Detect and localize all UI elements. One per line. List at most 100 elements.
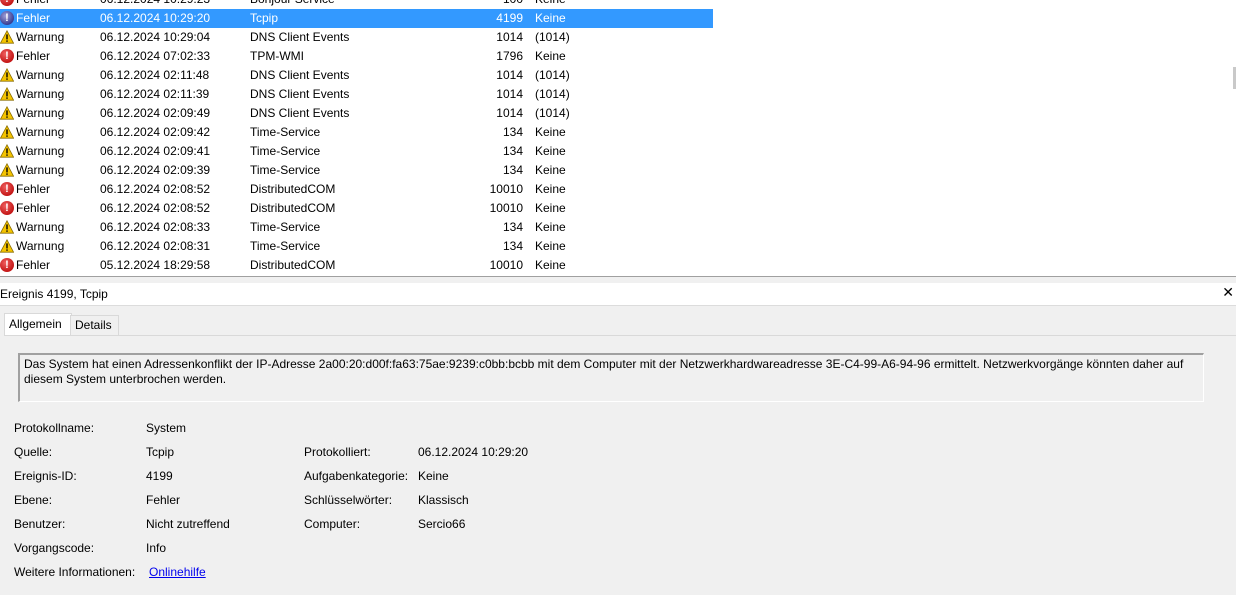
event-row[interactable]: Warnung 06.12.2024 02:09:49 DNS Client Eve… [0,104,1230,123]
event-task-category: Keine [535,239,566,253]
log-name-value: System [146,421,187,435]
event-row[interactable]: Warnung 06.12.2024 02:09:39 Time-Service 13… [0,161,1230,180]
event-id: 1014 [496,106,523,120]
event-id: 134 [502,144,523,158]
user-label: Benutzer: [14,517,66,531]
event-row[interactable]: Warnung 06.12.2024 10:29:04 DNS Client Eve… [0,28,1230,47]
event-level: Warnung [16,106,65,120]
event-rows: !Fehler06.12.2024 10:29:23Bonjour Servic… [0,0,1230,275]
event-date: 06.12.2024 02:11:39 [100,87,210,101]
tab-general-content: Das System hat einen Adressenkonflikt de… [4,335,1236,595]
log-name-label: Protokollname: [14,421,95,435]
event-source: DistributedCOM [250,201,336,215]
event-source: Time-Service [250,163,321,177]
event-level: Warnung [16,163,65,177]
error-icon: ! [0,182,14,196]
event-source: DNS Client Events [250,68,350,82]
event-row[interactable]: ! Fehler 06.12.2024 07:02:33 TPM-WMI 1796 Kei… [0,47,1230,66]
event-source: DNS Client Events [250,30,350,44]
event-source: Time-Service [250,239,321,253]
warning-icon [0,220,14,234]
event-row[interactable]: ! Fehler 06.12.2024 02:08:52 DistributedCOM… [0,199,1230,218]
event-row[interactable]: Warnung 06.12.2024 02:08:33 Time-Service 13… [0,218,1230,237]
event-date: 06.12.2024 07:02:33 [100,49,211,63]
event-date: 05.12.2024 18:29:58 [100,258,211,272]
event-date: 06.12.2024 02:08:33 [100,220,211,234]
event-task-category: Keine [535,258,566,272]
event-id: 134 [502,239,523,253]
detail-pane-title: Ereignis 4199, Tcpip [0,287,108,301]
event-task-category: Keine [535,49,566,63]
event-date: 06.12.2024 10:29:20 [100,11,211,25]
error-icon: ! [0,201,14,215]
event-date: 06.12.2024 10:29:23 [100,0,210,9]
warning-icon [0,125,14,139]
event-level: Fehler [16,11,51,25]
event-source: Time-Service [250,220,321,234]
tab-details[interactable]: Details [70,315,119,335]
event-id: 10010 [489,258,523,272]
event-level: Warnung [16,125,65,139]
source-value: Tcpip [146,445,175,459]
event-id: 134 [502,163,523,177]
event-level: Fehler [16,0,50,9]
event-date: 06.12.2024 02:08:31 [100,239,211,253]
close-icon[interactable]: ✕ [1222,284,1234,301]
event-source: Tcpip [250,11,279,25]
event-task-category: (1014) [535,30,570,44]
event-row[interactable]: Warnung 06.12.2024 02:09:41 Time-Service 13… [0,142,1230,161]
warning-icon [0,68,14,82]
event-task-category: Keine [535,125,566,139]
warning-icon [0,106,14,120]
event-level: Warnung [16,30,65,44]
warning-icon [0,163,14,177]
event-id: 100 [440,0,523,9]
logged-label: Protokolliert: [304,445,371,459]
online-help-link[interactable]: Onlinehilfe [149,565,206,579]
event-date: 06.12.2024 02:09:42 [100,125,211,139]
event-source: DistributedCOM [250,258,336,272]
event-level: Warnung [16,239,65,253]
event-row[interactable]: ! Fehler 05.12.2024 18:29:58 DistributedCOM… [0,256,1230,275]
event-source: Time-Service [250,125,321,139]
event-task-category: Keine [535,11,566,25]
event-row[interactable]: Warnung 06.12.2024 02:11:48 DNS Client Eve… [0,66,1230,85]
event-source: DistributedCOM [250,182,336,196]
event-date: 06.12.2024 02:11:48 [100,68,210,82]
event-row[interactable]: ! Fehler 06.12.2024 02:08:52 DistributedCOM… [0,180,1230,199]
level-value: Fehler [146,493,181,507]
warning-icon [0,239,14,253]
event-id: 1014 [496,68,523,82]
event-level: Fehler [16,201,51,215]
event-task-category: Keine [535,163,566,177]
task-category-value: Keine [418,469,449,483]
error-icon: ! [0,258,14,272]
event-task-category: Keine [535,144,566,158]
error-icon: ! [0,0,14,6]
user-value: Nicht zutreffend [146,517,230,531]
event-task-category: Keine [535,220,566,234]
event-description[interactable]: Das System hat einen Adressenkonflikt de… [18,353,1204,402]
warning-icon [0,144,14,158]
logged-value: 06.12.2024 10:29:20 [418,445,529,459]
more-info-label: Weitere Informationen: [14,565,136,579]
warning-icon [0,87,14,101]
event-date: 06.12.2024 02:08:52 [100,201,211,215]
tab-general[interactable]: Allgemein [4,313,72,336]
event-row[interactable]: Warnung 06.12.2024 02:11:39 DNS Client Eve… [0,85,1230,104]
computer-value: Sercio66 [418,517,466,531]
event-id: 10010 [489,201,523,215]
event-row[interactable]: ! Fehler 06.12.2024 10:29:20 Tcpip 4199 Keine [0,9,1230,28]
task-category-label: Aufgabenkategorie: [304,469,409,483]
event-task-category: Keine [535,0,566,9]
event-row[interactable]: Warnung 06.12.2024 02:09:42 Time-Service 13… [0,123,1230,142]
event-level: Warnung [16,144,65,158]
event-date: 06.12.2024 10:29:04 [100,30,211,44]
keywords-label: Schlüsselwörter: [304,493,393,507]
event-row[interactable]: !Fehler 06.12.2024 10:29:23 Bonjour Servic… [0,0,1230,9]
event-row[interactable]: Warnung 06.12.2024 02:08:31 Time-Service 13… [0,237,1230,256]
event-id-value: 4199 [146,469,173,483]
event-level: Fehler [16,258,51,272]
vertical-scrollbar[interactable] [1230,0,1236,276]
event-list[interactable]: !Fehler06.12.2024 10:29:23Bonjour Servic… [0,0,1236,276]
